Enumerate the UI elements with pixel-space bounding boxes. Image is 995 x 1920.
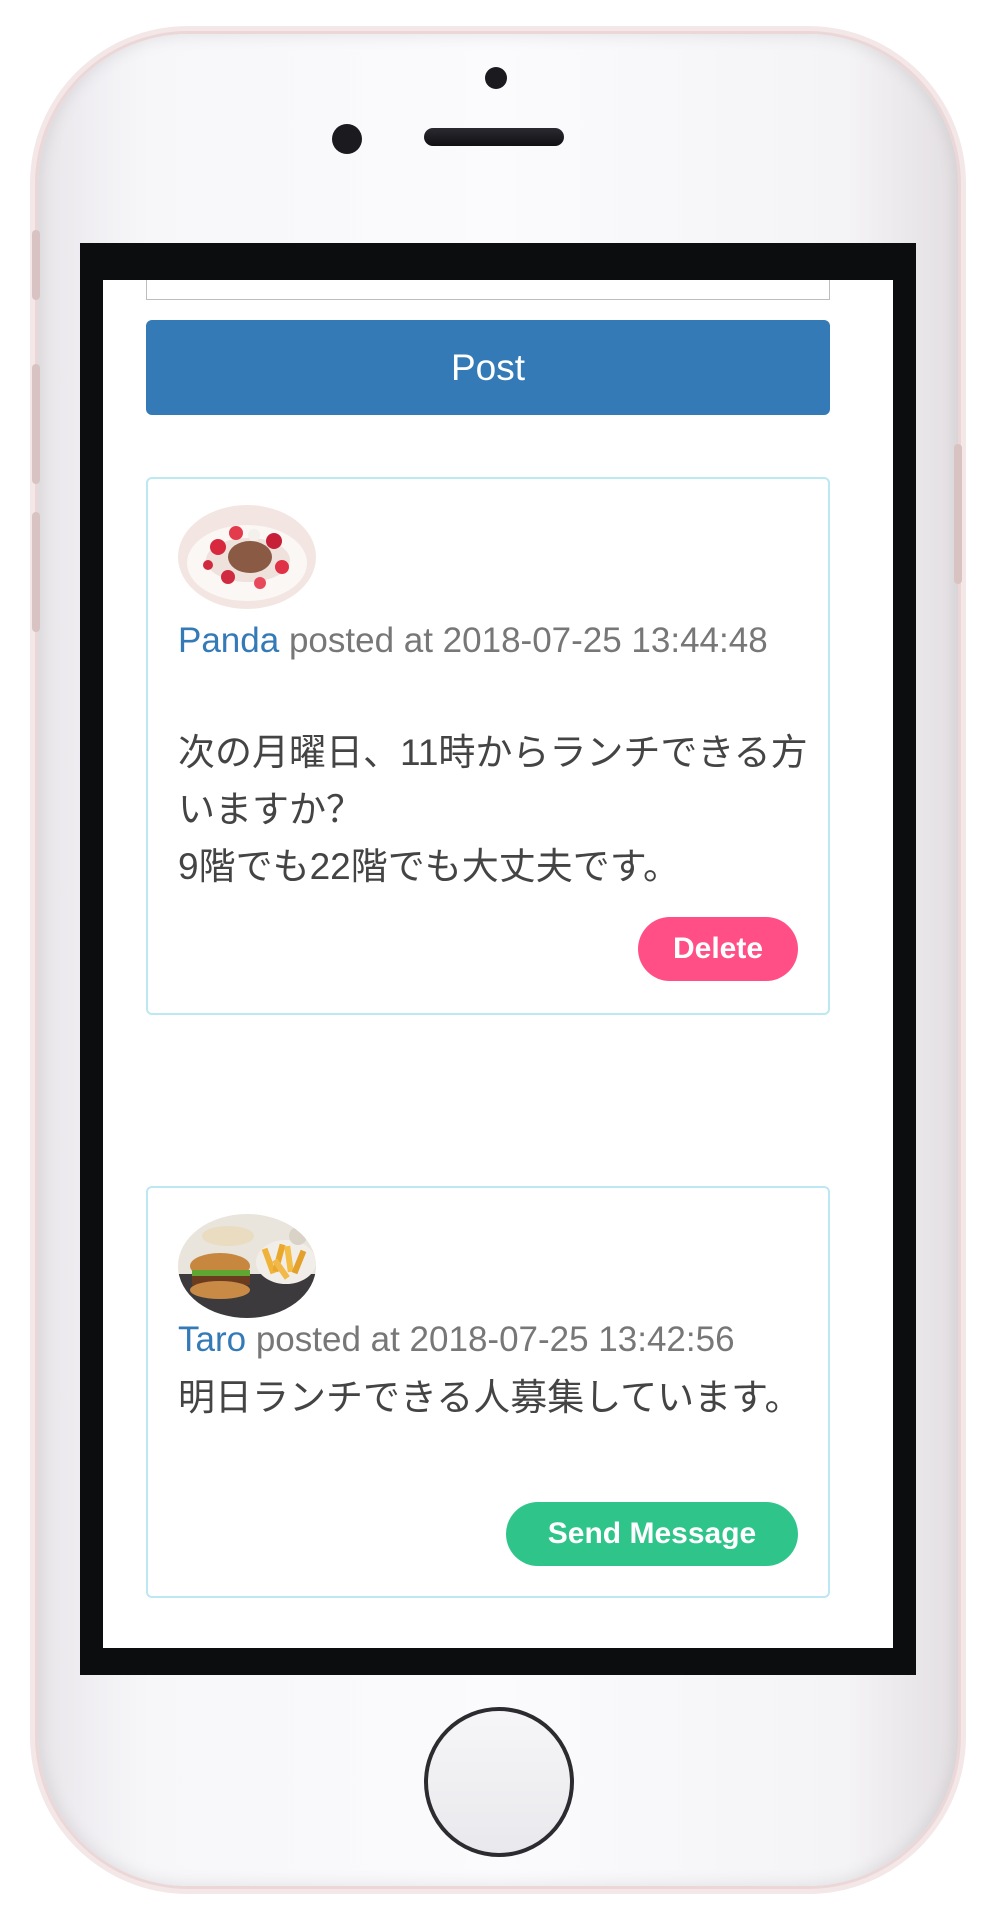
posted-at: posted at 2018-07-25 13:42:56 (255, 1320, 735, 1359)
post-card: Taro posted at 2018-07-25 13:42:56 明日ランチ… (146, 1186, 830, 1598)
post-meta: Taro posted at 2018-07-25 13:42:56 (178, 1312, 808, 1367)
username-link[interactable]: Taro (178, 1320, 246, 1359)
earpiece-speaker (424, 128, 564, 146)
posted-at: posted at 2018-07-25 13:44:48 (288, 621, 768, 660)
volume-up-button (32, 364, 40, 484)
delete-button[interactable]: Delete (638, 917, 798, 981)
post-button[interactable]: Post (146, 320, 830, 415)
home-button[interactable] (424, 1707, 574, 1857)
post-message: 明日ランチできる人募集しています。 (178, 1377, 802, 1418)
post-meta: Panda posted at 2018-07-25 13:44:48 (178, 613, 808, 668)
post-text-input[interactable] (146, 280, 830, 300)
app-screen: Post Panda posted at 2018-07-25 13:44:48 (103, 280, 893, 1648)
post-message: 次の月曜日、11時からランチできる方いますか？ 9階でも22階でも大丈夫です。 (178, 732, 808, 887)
front-camera (485, 67, 507, 89)
avatar (178, 1214, 316, 1318)
avatar (178, 505, 316, 609)
post-card: Panda posted at 2018-07-25 13:44:48 次の月曜… (146, 477, 830, 1015)
volume-down-button (32, 512, 40, 632)
power-button (954, 444, 962, 584)
mute-switch (32, 230, 40, 300)
burger-photo-icon (178, 1214, 316, 1318)
username-link[interactable]: Panda (178, 621, 279, 660)
dessert-photo-icon (178, 505, 316, 609)
send-message-button[interactable]: Send Message (506, 1502, 798, 1566)
proximity-sensor (332, 124, 362, 154)
